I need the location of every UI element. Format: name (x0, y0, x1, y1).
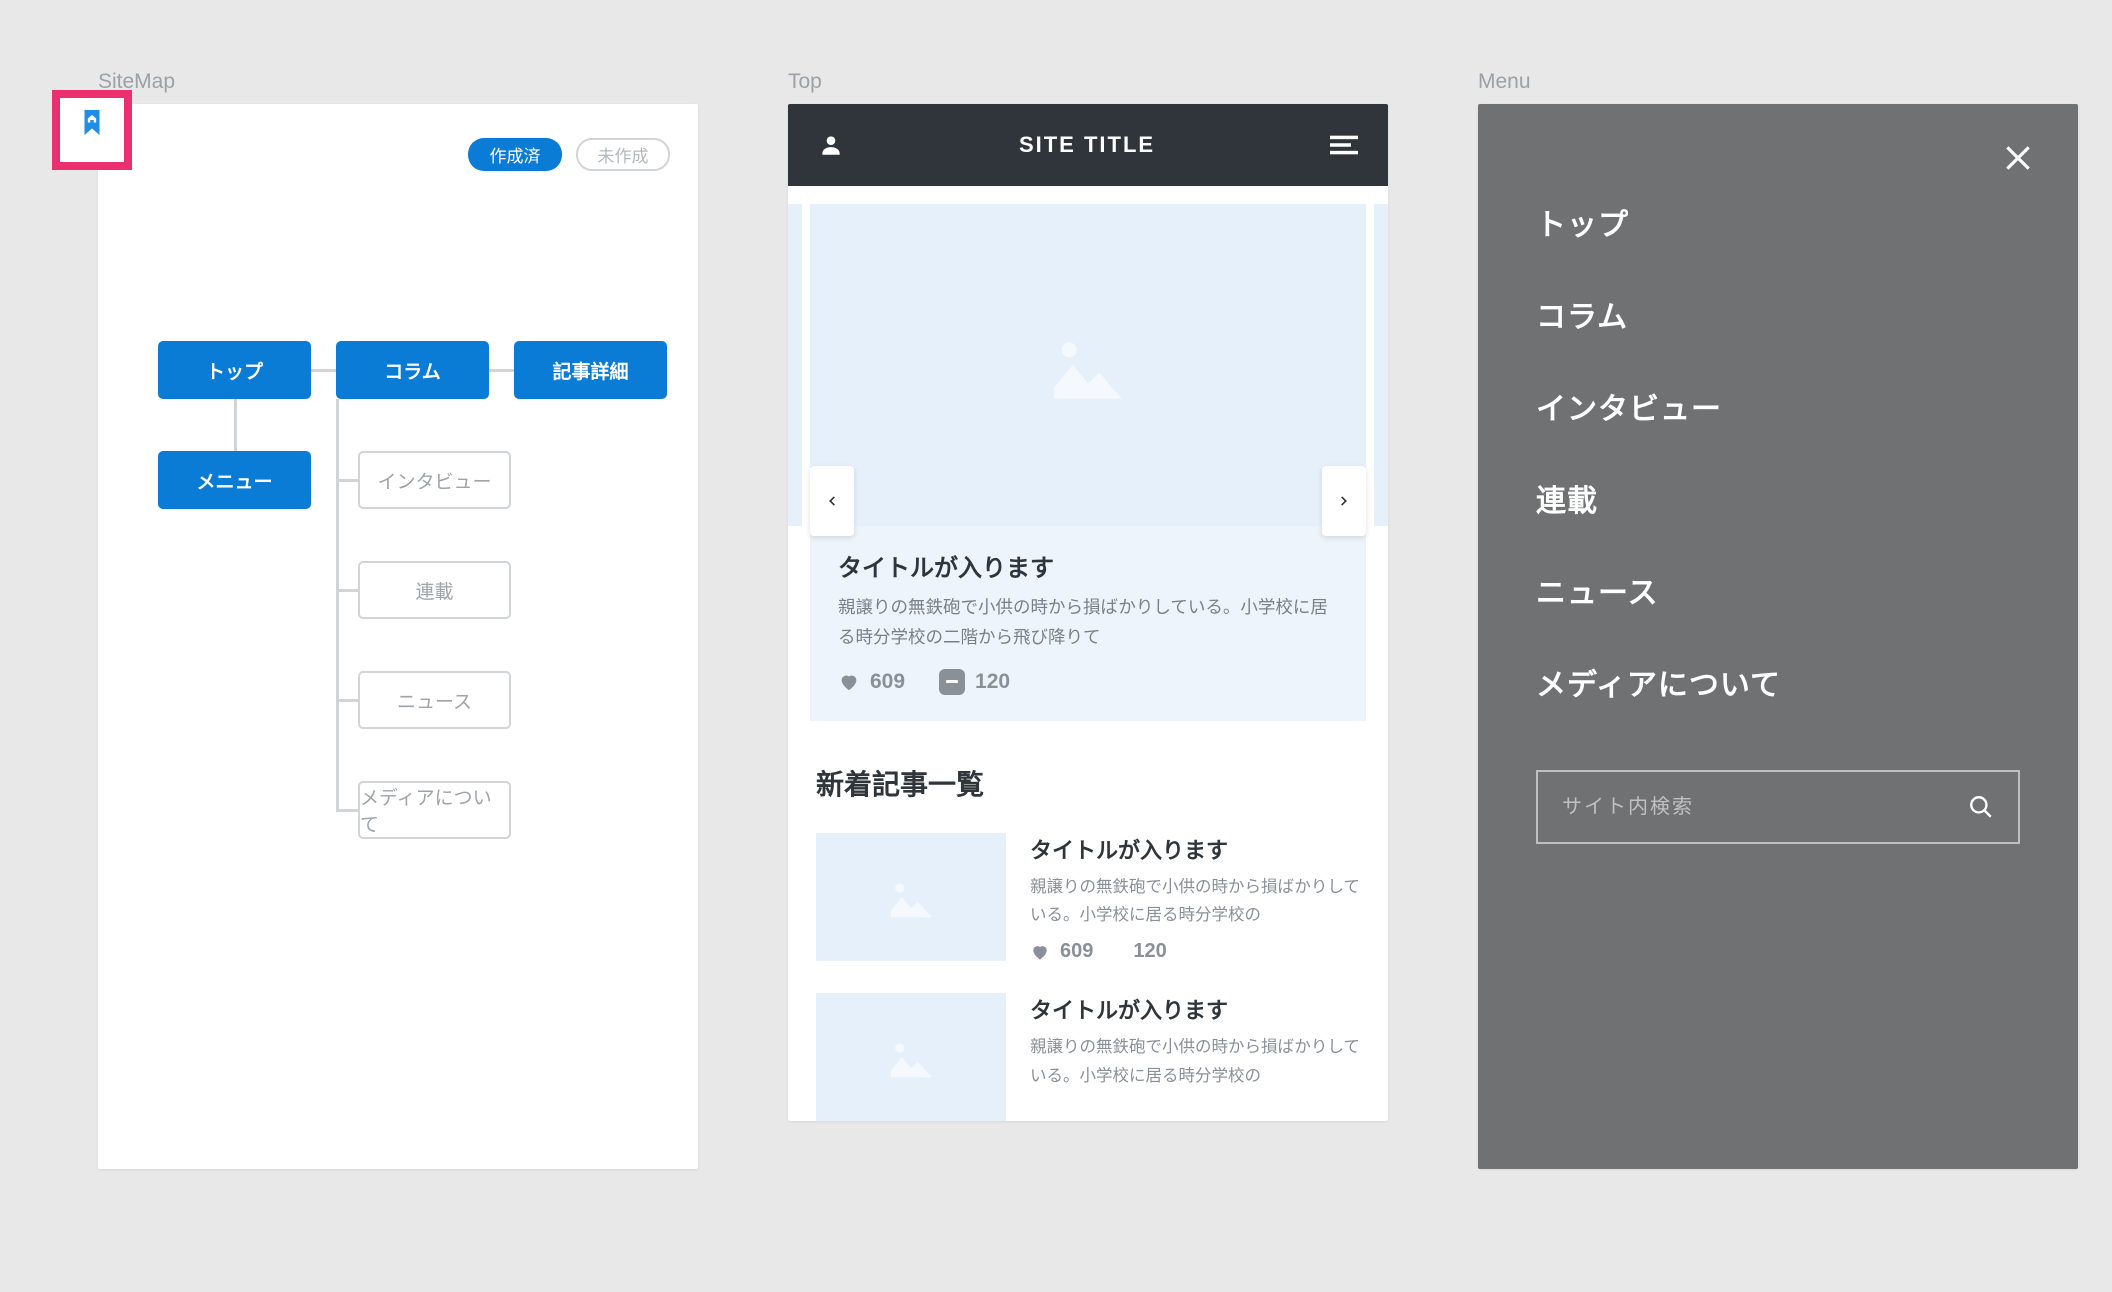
hero-title: タイトルが入ります (838, 548, 1338, 583)
node-detail[interactable]: 記事詳細 (514, 341, 667, 399)
article-row[interactable]: タイトルが入ります 親譲りの無鉄砲で小供の時から損ばかりしている。小学校に居る時… (788, 993, 1388, 1121)
hero-comments[interactable]: 120 (939, 669, 1010, 695)
top-label: Top (788, 70, 1388, 94)
close-button[interactable] (2002, 142, 2034, 179)
chevron-left-icon (825, 494, 839, 508)
heart-icon (838, 671, 860, 693)
article-body: 親譲りの無鉄砲で小供の時から損ばかりしている。小学校に居る時分学校の (1030, 873, 1360, 931)
node-interview[interactable]: インタビュー (358, 451, 511, 509)
search-box[interactable] (1536, 770, 2020, 844)
user-icon[interactable] (818, 132, 844, 158)
sitemap-panel: 作成済 未作成 トップ メニュー コラム 記事詳細 インタビュー 連載 ニュース (98, 104, 698, 1169)
menu-item[interactable]: ニュース (1536, 544, 2020, 636)
hero-body: 親譲りの無鉄砲で小供の時から損ばかりしている。小学校に居る時分学校の二階から飛び… (838, 593, 1338, 653)
node-news[interactable]: ニュース (358, 671, 511, 729)
sitemap-label: SiteMap (98, 70, 698, 94)
carousel-next[interactable] (1322, 466, 1366, 536)
article-comments[interactable]: 120 (1123, 940, 1166, 963)
node-serial[interactable]: 連載 (358, 561, 511, 619)
home-marker-annotation (52, 90, 132, 170)
menu-item[interactable]: メディアについて (1536, 636, 2020, 728)
article-title: タイトルが入ります (1030, 833, 1360, 865)
node-menu[interactable]: メニュー (158, 451, 311, 509)
top-preview: SITE TITLE タイトルが入ります 親譲りの無鉄砲で小供の時から損ばかりし… (788, 104, 1388, 1121)
search-icon[interactable] (1968, 794, 1994, 820)
menu-item[interactable]: 連載 (1536, 452, 2020, 544)
node-column[interactable]: コラム (336, 341, 489, 399)
article-likes[interactable]: 609 (1030, 940, 1093, 963)
menu-label: Menu (1478, 70, 2078, 94)
hero-image-placeholder (810, 204, 1366, 526)
minus-chip-icon (939, 669, 965, 695)
heart-icon (1030, 942, 1050, 962)
site-title: SITE TITLE (1019, 132, 1155, 158)
article-body: 親譲りの無鉄砲で小供の時から損ばかりしている。小学校に居る時分学校の (1030, 1033, 1360, 1091)
chevron-right-icon (1337, 494, 1351, 508)
menu-item[interactable]: コラム (1536, 268, 2020, 360)
article-title: タイトルが入ります (1030, 993, 1360, 1025)
search-input[interactable] (1562, 796, 1908, 819)
legend-todo: 未作成 (576, 138, 670, 171)
thumb-placeholder (816, 993, 1006, 1121)
node-top[interactable]: トップ (158, 341, 311, 399)
article-row[interactable]: タイトルが入ります 親譲りの無鉄砲で小供の時から損ばかりしている。小学校に居る時… (788, 833, 1388, 994)
hamburger-icon[interactable] (1330, 131, 1358, 159)
carousel-prev[interactable] (810, 466, 854, 536)
menu-item[interactable]: トップ (1536, 176, 2020, 268)
menu-panel: トップ コラム インタビュー 連載 ニュース メディアについて (1478, 104, 2078, 1169)
home-icon (77, 110, 107, 140)
thumb-placeholder (816, 833, 1006, 961)
hero-likes[interactable]: 609 (838, 670, 905, 694)
menu-item[interactable]: インタビュー (1536, 360, 2020, 452)
legend-done: 作成済 (468, 138, 562, 171)
close-icon (2002, 142, 2034, 174)
node-about[interactable]: メディアについて (358, 781, 511, 839)
list-heading: 新着記事一覧 (788, 721, 1388, 833)
